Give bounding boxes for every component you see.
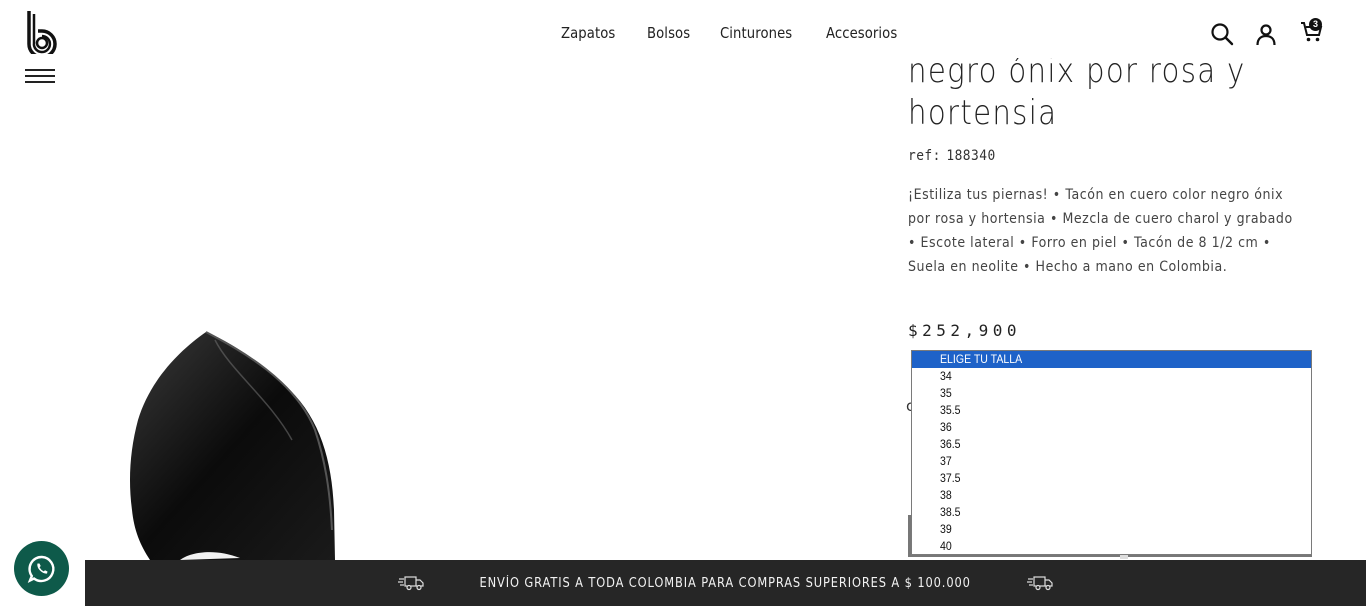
- size-option-label: 34: [940, 369, 952, 383]
- ref-value: 188340: [946, 148, 996, 164]
- size-option[interactable]: 39: [912, 521, 1311, 538]
- menu-icon[interactable]: [25, 69, 55, 83]
- size-option-placeholder[interactable]: ELIGE TU TALLA: [912, 351, 1311, 368]
- nav-item-cinturones[interactable]: Cinturones: [720, 24, 792, 42]
- size-option-label: 40: [940, 539, 952, 553]
- menu-line: [25, 75, 55, 77]
- menu-line: [25, 81, 55, 83]
- size-option[interactable]: 36: [912, 419, 1311, 436]
- size-option-label: ELIGE TU TALLA: [940, 352, 1023, 366]
- whatsapp-button[interactable]: [14, 541, 69, 596]
- product-ref: ref: 188340: [908, 148, 996, 164]
- size-option-label: 35: [940, 386, 952, 400]
- product-image: [130, 331, 335, 560]
- size-option[interactable]: 37.5: [912, 470, 1311, 487]
- size-option[interactable]: 38.5: [912, 504, 1311, 521]
- product-description: ¡Estiliza tus piernas! • Tacón en cuero …: [908, 187, 1293, 275]
- size-option-label: 38: [940, 488, 952, 502]
- menu-line: [25, 69, 55, 71]
- size-option-label: 37.5: [940, 471, 961, 485]
- nav-item-accesorios[interactable]: Accesorios: [826, 24, 897, 42]
- size-option[interactable]: 35.5: [912, 402, 1311, 419]
- size-select-dropdown[interactable]: ELIGE TU TALLA 34 35 35.5 36 36.5 37 37.5 38 38.5…: [911, 350, 1312, 555]
- truck-icon: [1026, 576, 1053, 591]
- shipping-banner: ENVÍO GRATIS A TODA COLOMBIA PARA COMPRA…: [85, 560, 1366, 606]
- size-option-label: 38.5: [940, 505, 961, 519]
- main-nav: Zapatos Bolsos Cinturones Accesorios: [561, 24, 931, 42]
- size-option-label: 37: [940, 454, 952, 468]
- brand-logo[interactable]: [26, 10, 58, 54]
- whatsapp-icon: [27, 555, 54, 583]
- size-option[interactable]: 36.5: [912, 436, 1311, 453]
- product-title: negro ónix por rosa y hortensia: [908, 58, 1246, 133]
- shipping-text: ENVÍO GRATIS A TODA COLOMBIA PARA COMPRA…: [479, 575, 972, 591]
- nav-item-bolsos[interactable]: Bolsos: [647, 24, 690, 42]
- truck-icon: [398, 576, 424, 591]
- size-option[interactable]: 34: [912, 368, 1311, 385]
- size-option[interactable]: 38: [912, 487, 1311, 504]
- search-icon[interactable]: [1210, 22, 1234, 46]
- user-icon[interactable]: [1254, 22, 1278, 46]
- cart-button[interactable]: 3: [1300, 18, 1324, 44]
- size-option[interactable]: 35: [912, 385, 1311, 402]
- size-option[interactable]: 40: [912, 538, 1311, 555]
- size-option-label: 39: [940, 522, 952, 536]
- cart-count-badge: 3: [1309, 18, 1322, 31]
- size-option[interactable]: 37: [912, 453, 1311, 470]
- product-price: $252,900: [908, 321, 1022, 340]
- size-option-label: 35.5: [940, 403, 961, 417]
- divider: [1120, 555, 1128, 559]
- size-option-label: 36.5: [940, 437, 961, 451]
- product-title-container: negro ónix por rosa y hortensia: [900, 58, 1340, 138]
- size-option-label: 36: [940, 420, 952, 434]
- ref-label: ref:: [908, 148, 941, 164]
- nav-item-zapatos[interactable]: Zapatos: [561, 24, 615, 42]
